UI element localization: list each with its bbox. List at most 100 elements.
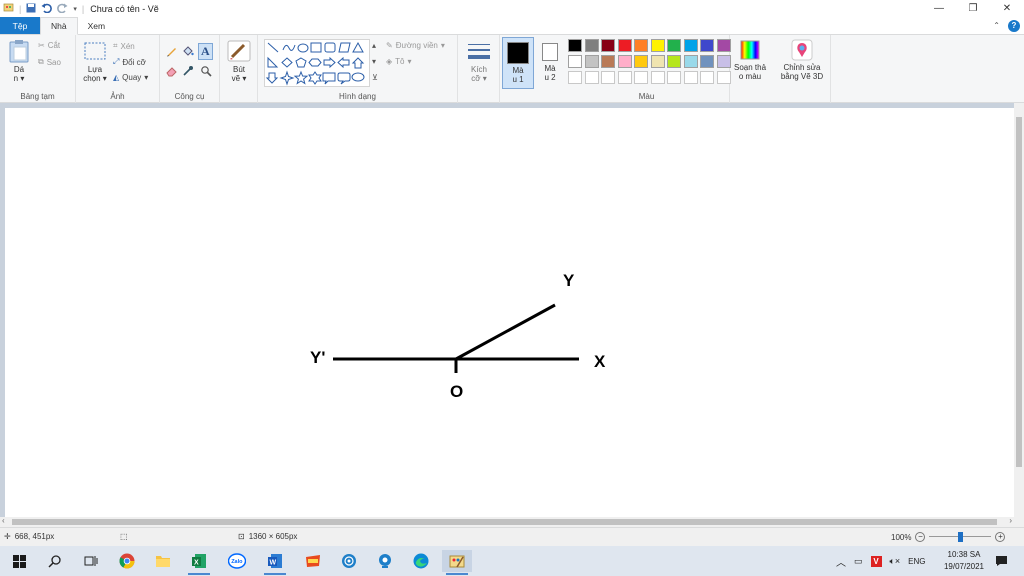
palette-color-swatch[interactable] bbox=[683, 55, 698, 68]
magnifier-icon[interactable] bbox=[200, 65, 212, 77]
palette-color-swatch[interactable] bbox=[667, 55, 681, 68]
palette-color-swatch[interactable] bbox=[683, 39, 698, 52]
vertical-scroll-thumb[interactable] bbox=[1016, 117, 1022, 467]
palette-custom-swatch[interactable] bbox=[667, 71, 681, 84]
game-app-icon[interactable] bbox=[298, 550, 328, 572]
palette-color-swatch[interactable] bbox=[716, 39, 731, 52]
tab-home[interactable]: Nhà bbox=[40, 17, 78, 35]
clock[interactable]: 10:38 SA 19/07/2021 bbox=[944, 549, 984, 573]
palette-custom-swatch[interactable] bbox=[584, 71, 599, 84]
palette-custom-swatch[interactable] bbox=[700, 71, 714, 84]
undo-icon[interactable] bbox=[41, 3, 53, 15]
paint-taskbar-icon[interactable] bbox=[442, 550, 472, 575]
redo-icon[interactable] bbox=[57, 3, 68, 15]
palette-custom-swatch[interactable] bbox=[716, 71, 731, 84]
show-hidden-icons-icon[interactable]: ︿ bbox=[836, 554, 846, 569]
zoom-slider[interactable] bbox=[929, 532, 992, 542]
shapes-scroll-down-icon[interactable]: ▾ bbox=[372, 57, 376, 66]
palette-color-swatch[interactable] bbox=[568, 55, 582, 68]
crop-button[interactable]: ⌗ Xén bbox=[113, 41, 135, 51]
webcam-app-icon[interactable] bbox=[370, 550, 400, 572]
palette-color-swatch[interactable] bbox=[716, 55, 731, 68]
zalo-icon[interactable]: Zalo bbox=[222, 550, 252, 572]
palette-color-swatch[interactable] bbox=[634, 39, 648, 52]
notifications-icon[interactable] bbox=[990, 550, 1012, 572]
text-tool-icon[interactable]: A bbox=[198, 43, 213, 60]
save-icon[interactable] bbox=[26, 3, 36, 15]
eraser-icon[interactable] bbox=[166, 65, 178, 77]
palette-color-swatch[interactable] bbox=[601, 39, 615, 52]
palette-color-swatch[interactable] bbox=[584, 55, 599, 68]
palette-custom-swatch[interactable] bbox=[650, 71, 665, 84]
word-icon[interactable]: W bbox=[260, 550, 290, 575]
zoom-slider-thumb[interactable] bbox=[958, 532, 964, 542]
copy-button[interactable]: ⧉ Sao bbox=[38, 57, 61, 67]
paste-button[interactable]: Dá n ▾ bbox=[6, 39, 32, 83]
fill-button[interactable]: ◈ Tô ▾ bbox=[386, 57, 412, 66]
rotate-button[interactable]: ◭ Quay ▾ bbox=[113, 73, 148, 82]
palette-color-swatch[interactable] bbox=[700, 39, 714, 52]
volume-muted-icon[interactable]: 🔈︎× bbox=[890, 556, 901, 567]
minimize-button[interactable]: — bbox=[922, 0, 956, 17]
edit-with-paint3d-button[interactable]: Chỉnh sửa bằng Vẽ 3D bbox=[776, 39, 828, 81]
security-app-icon[interactable]: V bbox=[870, 555, 882, 567]
palette-color-swatch[interactable] bbox=[617, 55, 632, 68]
network-app-icon[interactable] bbox=[334, 550, 364, 572]
start-windows-icon[interactable] bbox=[4, 550, 34, 572]
palette-color-swatch[interactable] bbox=[601, 55, 615, 68]
scroll-left-icon[interactable]: ‹ bbox=[2, 516, 5, 525]
palette-custom-swatch[interactable] bbox=[568, 71, 582, 84]
battery-network-icon[interactable]: ▭ bbox=[854, 556, 863, 567]
zoom-out-icon[interactable]: − bbox=[915, 532, 926, 542]
fill-bucket-icon[interactable] bbox=[182, 45, 194, 57]
close-button[interactable]: ✕ bbox=[990, 0, 1024, 17]
select-button[interactable]: Lựa chọn ▾ bbox=[80, 41, 110, 83]
customize-toolbar-icon[interactable]: ▾ bbox=[73, 5, 77, 13]
palette-custom-swatch[interactable] bbox=[683, 71, 698, 84]
task-view-icon[interactable] bbox=[76, 550, 106, 572]
drawing-canvas[interactable]: Y Y' X O bbox=[5, 108, 1014, 517]
brushes-button[interactable]: Bút vẽ ▾ bbox=[225, 39, 253, 83]
tab-view[interactable]: Xem bbox=[78, 17, 115, 34]
palette-color-swatch[interactable] bbox=[700, 55, 714, 68]
color2-button[interactable]: Mà u 2 bbox=[536, 37, 564, 89]
palette-color-swatch[interactable] bbox=[634, 55, 648, 68]
paint-app-icon[interactable] bbox=[3, 2, 14, 15]
shapes-expand-icon[interactable]: ⊻ bbox=[372, 73, 378, 82]
cut-button[interactable]: ✂ Cắt bbox=[38, 41, 60, 50]
scroll-right-icon[interactable]: › bbox=[1009, 516, 1012, 525]
tab-file[interactable]: Tệp bbox=[0, 17, 40, 34]
file-explorer-icon[interactable] bbox=[148, 550, 178, 572]
palette-custom-swatch[interactable] bbox=[601, 71, 615, 84]
restore-button[interactable]: ❐ bbox=[956, 0, 990, 17]
shapes-scroll-up-icon[interactable]: ▴ bbox=[372, 41, 376, 50]
input-language[interactable]: ENG bbox=[908, 557, 925, 566]
canvas-area: Y Y' X O bbox=[0, 103, 1014, 517]
chrome-icon[interactable] bbox=[112, 550, 142, 572]
zoom-in-icon[interactable]: + bbox=[995, 532, 1006, 542]
pencil-icon[interactable] bbox=[166, 45, 178, 57]
palette-color-swatch[interactable] bbox=[650, 55, 665, 68]
palette-color-swatch[interactable] bbox=[650, 39, 665, 52]
edit-colors-button[interactable]: Soạn thả o màu bbox=[730, 39, 770, 81]
outline-button[interactable]: ✎ Đường viền ▾ bbox=[386, 41, 445, 50]
resize-button[interactable]: ⤢ Đổi cỡ bbox=[113, 57, 146, 67]
excel-icon[interactable]: X bbox=[184, 550, 214, 575]
palette-custom-swatch[interactable] bbox=[634, 71, 648, 84]
palette-color-swatch[interactable] bbox=[584, 39, 599, 52]
color1-button[interactable]: Mà u 1 bbox=[502, 37, 534, 89]
palette-color-swatch[interactable] bbox=[617, 39, 632, 52]
vertical-scrollbar[interactable] bbox=[1014, 103, 1024, 517]
help-icon[interactable]: ? bbox=[1008, 19, 1020, 32]
edge-icon[interactable] bbox=[406, 550, 436, 572]
color-picker-icon[interactable] bbox=[182, 65, 194, 77]
size-button[interactable]: Kích cỡ ▾ bbox=[464, 41, 494, 83]
line-size-icon bbox=[468, 44, 490, 59]
collapse-ribbon-icon[interactable]: ⌃ bbox=[993, 21, 1000, 30]
palette-color-swatch[interactable] bbox=[667, 39, 681, 52]
horizontal-scroll-thumb[interactable] bbox=[12, 519, 997, 525]
palette-color-swatch[interactable] bbox=[568, 39, 582, 52]
horizontal-scrollbar[interactable]: ‹ › bbox=[0, 516, 1014, 527]
search-icon[interactable] bbox=[40, 550, 70, 572]
palette-custom-swatch[interactable] bbox=[617, 71, 632, 84]
